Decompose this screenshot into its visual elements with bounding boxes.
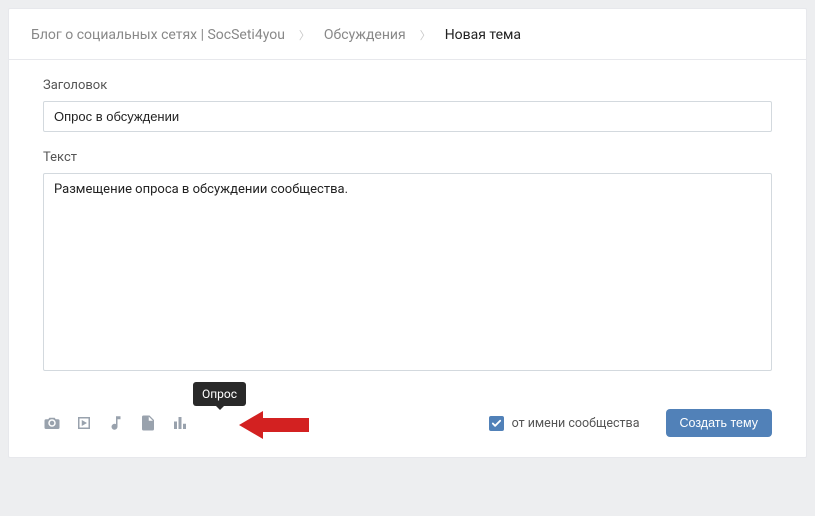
- create-topic-button[interactable]: Создать тему: [666, 409, 773, 437]
- title-input[interactable]: [43, 101, 772, 132]
- footer-right: от имени сообщества Создать тему: [489, 409, 772, 437]
- breadcrumb-section[interactable]: Обсуждения: [324, 27, 406, 43]
- poll-icon[interactable]: [171, 414, 189, 432]
- body-label: Текст: [43, 150, 772, 165]
- document-icon[interactable]: [139, 414, 157, 432]
- body-textarea[interactable]: Размещение опроса в обсуждении сообществ…: [43, 173, 772, 371]
- breadcrumb: Блог о социальных сетях | SocSeti4you 〉 …: [9, 9, 806, 60]
- poll-tooltip: Опрос: [193, 382, 246, 406]
- chevron-right-icon: 〉: [299, 27, 310, 43]
- attachment-row: Опрос: [43, 414, 189, 432]
- title-label: Заголовок: [43, 78, 772, 93]
- breadcrumb-current: Новая тема: [445, 27, 521, 43]
- pointer-arrow: [239, 408, 309, 442]
- chevron-right-icon: 〉: [420, 27, 431, 43]
- footer-bar: Опрос от имени сообщества Создать тему: [9, 391, 806, 457]
- as-community-checkbox[interactable]: от имени сообщества: [489, 416, 640, 431]
- music-icon[interactable]: [107, 414, 125, 432]
- camera-icon[interactable]: [43, 414, 61, 432]
- checkbox-label: от имени сообщества: [512, 416, 640, 431]
- video-icon[interactable]: [75, 414, 93, 432]
- breadcrumb-group[interactable]: Блог о социальных сетях | SocSeti4you: [31, 27, 285, 43]
- checkbox-checked-icon: [489, 416, 504, 431]
- topic-create-card: Блог о социальных сетях | SocSeti4you 〉 …: [8, 8, 807, 458]
- form-area: Заголовок Текст Размещение опроса в обсу…: [9, 60, 806, 391]
